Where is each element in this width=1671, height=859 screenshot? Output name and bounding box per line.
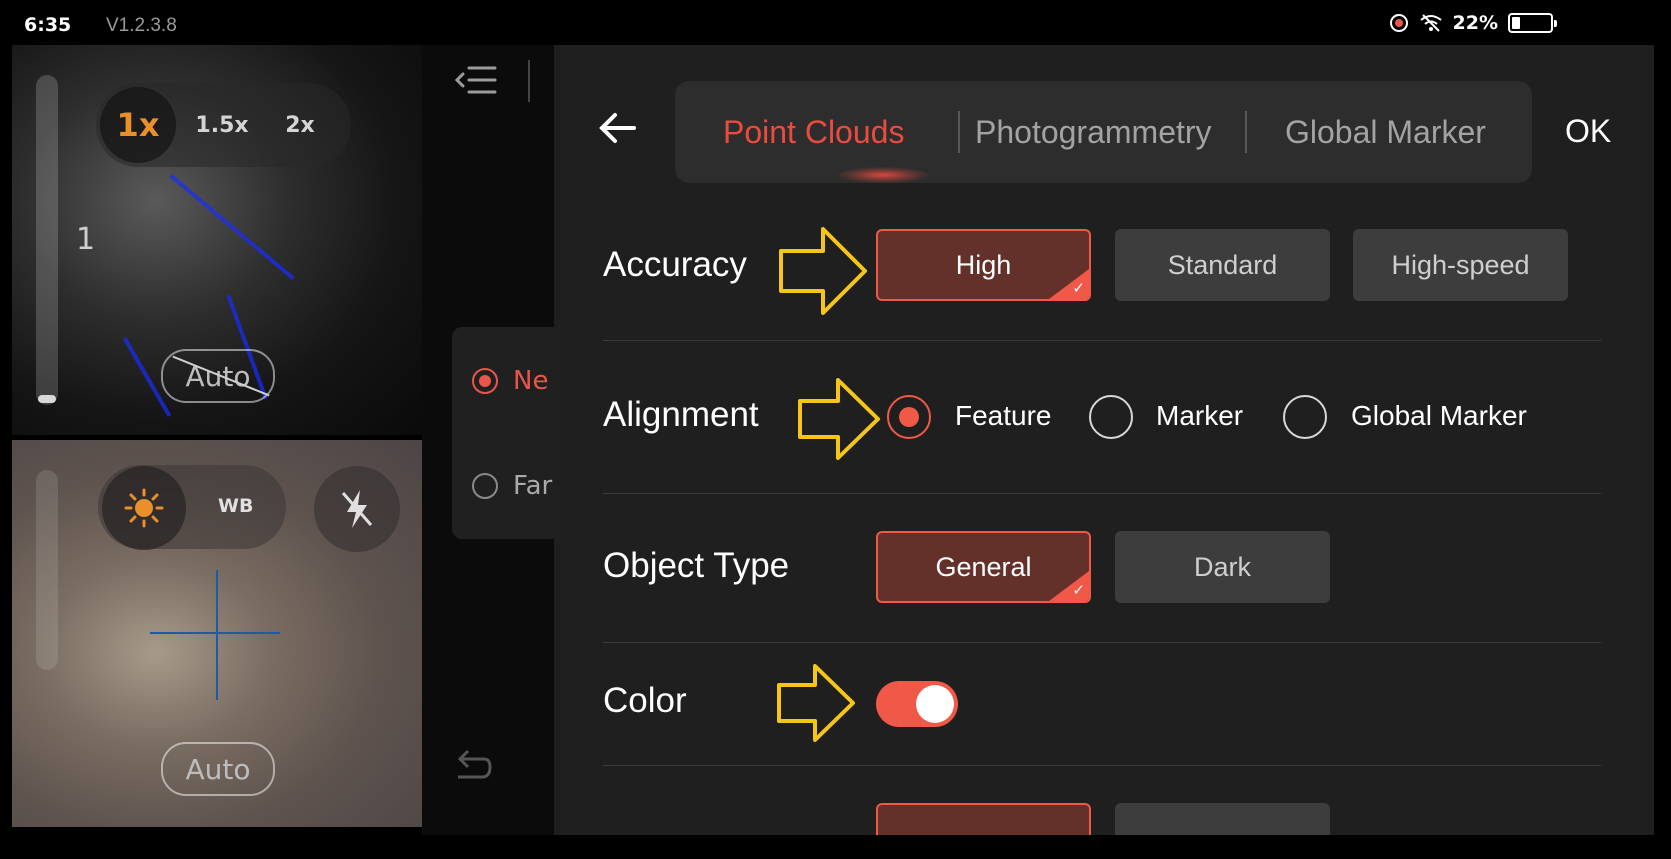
record-icon <box>1389 14 1408 32</box>
tab-divider <box>1245 111 1247 153</box>
near-radio[interactable] <box>472 368 498 394</box>
auto-focus-button[interactable]: Auto <box>161 742 275 796</box>
wifi-off-icon <box>1419 14 1442 32</box>
object-type-label: Object Type <box>603 546 790 585</box>
exposure-slider[interactable] <box>36 75 58 405</box>
object-type-dark-option[interactable]: Dark <box>1115 531 1330 603</box>
crosshair-horizontal <box>150 632 280 634</box>
alignment-label: Alignment <box>603 395 759 434</box>
check-icon: ✓ <box>1072 582 1085 599</box>
menu-collapse-icon[interactable] <box>455 64 497 96</box>
crosshair-vertical <box>216 570 218 700</box>
annotation-arrow-icon <box>777 664 855 742</box>
accuracy-high-speed-option[interactable]: High-speed <box>1353 229 1568 301</box>
battery-level <box>1512 17 1520 29</box>
toggle-knob[interactable] <box>916 685 954 723</box>
alignment-marker-label[interactable]: Marker <box>1156 400 1243 432</box>
accuracy-label: Accuracy <box>603 245 747 284</box>
battery-icon <box>1508 13 1557 33</box>
tab-photogrammetry[interactable]: Photogrammetry <box>975 81 1212 183</box>
annotation-arrow-icon <box>798 378 880 460</box>
row-divider <box>603 340 1601 341</box>
brightness-slider[interactable] <box>36 470 58 670</box>
alignment-global-marker-label[interactable]: Global Marker <box>1351 400 1527 432</box>
undo-icon[interactable] <box>452 745 494 787</box>
near-option-label: Ne <box>513 366 549 396</box>
battery-percent: 22% <box>1452 12 1498 34</box>
object-type-general-option[interactable]: General ✓ <box>876 531 1091 603</box>
zoom-2x-button[interactable]: 2x <box>262 83 338 167</box>
tab-divider <box>958 111 960 153</box>
accuracy-standard-option[interactable]: Standard <box>1115 229 1330 301</box>
row-divider <box>603 765 1601 766</box>
auto-exposure-off-button[interactable]: Auto <box>161 349 275 403</box>
row-divider <box>603 642 1601 643</box>
color-toggle[interactable] <box>876 681 958 727</box>
alignment-global-marker-radio[interactable] <box>1283 395 1327 439</box>
annotation-arrow-icon <box>779 227 867 315</box>
app-version: V1.2.3.8 <box>106 15 177 36</box>
active-tab-indicator <box>838 167 928 183</box>
auto-label: Auto <box>185 752 251 786</box>
ok-button[interactable]: OK <box>1565 113 1611 150</box>
clock: 6:35 <box>24 14 72 36</box>
alignment-feature-label[interactable]: Feature <box>955 400 1052 432</box>
row-divider <box>603 493 1601 494</box>
white-balance-button[interactable]: WB <box>218 495 253 517</box>
slider-value: 1 <box>76 222 96 257</box>
next-row-selected-option[interactable] <box>876 803 1091 835</box>
option-label: General <box>935 551 1032 582</box>
toolbar-divider <box>528 60 530 102</box>
option-label: High <box>955 249 1012 280</box>
back-arrow-icon[interactable] <box>598 111 638 145</box>
mode-tab-bar: Point Clouds Photogrammetry Global Marke… <box>675 81 1532 183</box>
flash-off-icon <box>341 490 373 528</box>
zoom-1x-button[interactable]: 1x <box>100 83 176 167</box>
alignment-marker-radio[interactable] <box>1089 395 1133 439</box>
zoom-selector[interactable]: 1x 1.5x 2x <box>96 83 351 167</box>
zoom-1-5x-button[interactable]: 1.5x <box>184 83 260 167</box>
check-icon: ✓ <box>1072 280 1085 297</box>
slider-knob[interactable] <box>38 395 56 403</box>
tab-global-marker[interactable]: Global Marker <box>1285 81 1486 183</box>
next-row-option[interactable] <box>1115 803 1330 835</box>
distance-mode-card <box>452 327 562 539</box>
scan-settings-panel: Point Clouds Photogrammetry Global Marke… <box>554 45 1654 835</box>
alignment-feature-radio[interactable] <box>887 395 931 439</box>
system-indicators: 22% <box>1389 12 1557 34</box>
accuracy-high-option[interactable]: High ✓ <box>876 229 1091 301</box>
brightness-button[interactable] <box>102 466 186 550</box>
flash-button[interactable] <box>314 466 400 552</box>
far-radio[interactable] <box>472 473 498 499</box>
scan-overlay <box>169 174 295 280</box>
far-option-label: Far <box>513 471 553 501</box>
color-label: Color <box>603 681 687 720</box>
brightness-icon <box>124 488 164 528</box>
status-bar: 6:35 V1.2.3.8 22% <box>0 0 1671 45</box>
